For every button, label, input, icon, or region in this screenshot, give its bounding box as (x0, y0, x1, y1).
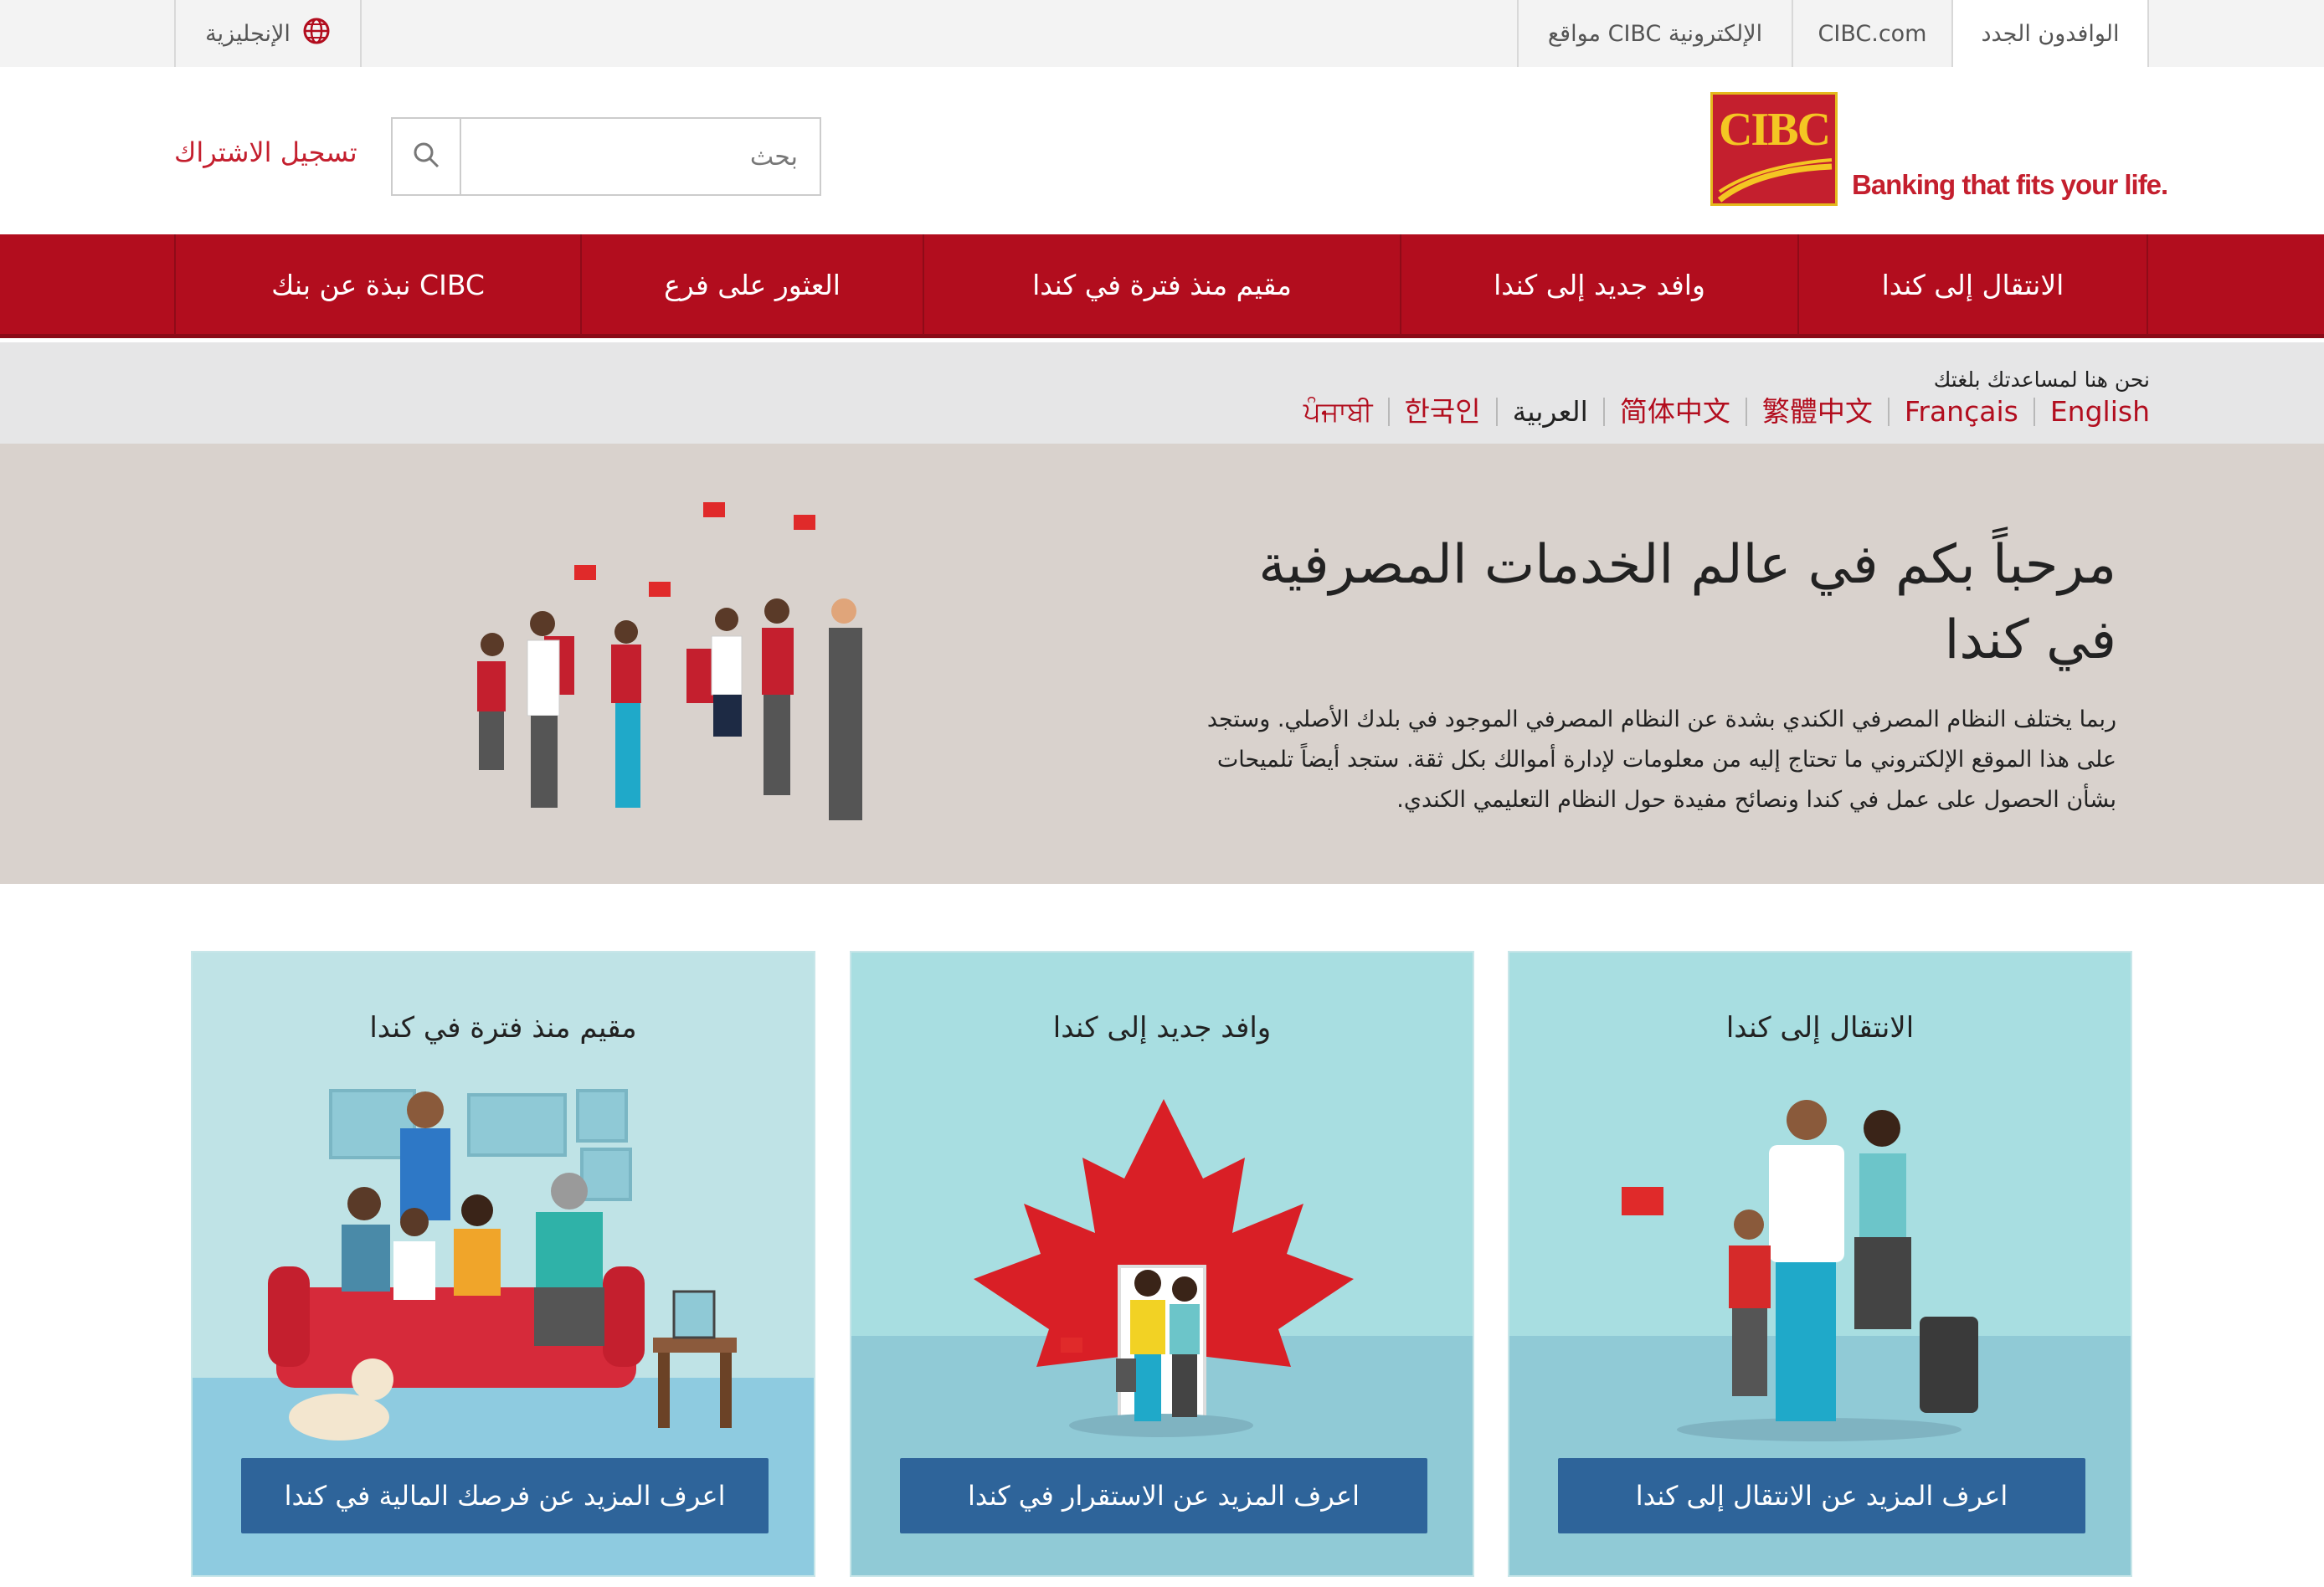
family-on-couch-illustration (268, 1089, 737, 1441)
lang-french[interactable]: Français (1887, 398, 2034, 426)
language-toggle-label: الإنجليزية (205, 20, 290, 47)
main-nav: الانتقال إلى كندا وافد جديد إلى كندا مقي… (0, 234, 2324, 338)
lang-simplified-chinese[interactable]: 简体中文 (1602, 398, 1746, 426)
nav-new-to-canada[interactable]: وافد جديد إلى كندا (1400, 234, 1797, 335)
tagline: Banking that fits your life. (1852, 169, 2168, 200)
hero-heading: مرحباً بكم في عالم الخدمات المصرفية في ك… (1258, 534, 2116, 671)
search-icon (411, 140, 441, 173)
lang-arabic: العربية (1495, 398, 1603, 426)
tab-cibc-sites[interactable]: مواقع CIBC الإلكترونية (1517, 0, 1793, 67)
cta-new-to-canada[interactable]: اعرف المزيد عن الاستقرار في كندا (900, 1458, 1427, 1533)
card-moving-to-canada: الانتقال إلى كندا اعرف المزيد عن الانتقا… (1508, 951, 2132, 1577)
language-toggle[interactable]: الإنجليزية (174, 0, 362, 67)
utility-bar: الوافدون الجدد CIBC.com مواقع CIBC الإلك… (0, 0, 2324, 67)
language-bar-title: نحن هنا لمساعدتك بلغتك (1933, 367, 2150, 392)
card-title: وافد جديد إلى كندا (1052, 1011, 1272, 1045)
card-title: الانتقال إلى كندا (1725, 1011, 1915, 1045)
search-button[interactable] (393, 119, 461, 194)
search-box (391, 117, 821, 196)
search-input[interactable] (463, 119, 818, 194)
card-title: مقيم منذ فترة في كندا (369, 1011, 637, 1045)
card-new-to-canada: وافد جديد إلى كندا اعرف المزيد عن الاستق… (850, 951, 1474, 1577)
nav-established-in-canada[interactable]: مقيم منذ فترة في كندا (923, 234, 1400, 335)
lang-korean[interactable]: 한국인 (1387, 398, 1496, 426)
tab-newcomers[interactable]: الوافدون الجدد (1951, 0, 2149, 67)
hero-banner: مرحباً بكم في عالم الخدمات المصرفية في ك… (0, 444, 2324, 884)
nav-moving-to-canada[interactable]: الانتقال إلى كندا (1797, 234, 2148, 335)
globe-icon (302, 17, 331, 51)
signup-link[interactable]: تسجيل الاشتراك (174, 136, 357, 168)
hero-body: ربما يختلف النظام المصرفي الكندي بشدة عن… (1206, 706, 2116, 813)
cta-moving-to-canada[interactable]: اعرف المزيد عن الانتقال إلى كندا (1558, 1458, 2085, 1533)
lang-traditional-chinese[interactable]: 繁體中文 (1745, 398, 1888, 426)
nav-about-cibc[interactable]: نبذة عن بنك CIBC (174, 234, 580, 335)
tab-cibc-com[interactable]: CIBC.com (1792, 0, 1953, 67)
people-with-flags-illustration (477, 502, 862, 820)
nav-find-branch[interactable]: العثور على فرع (580, 234, 923, 335)
cta-established-in-canada[interactable]: اعرف المزيد عن فرصك المالية في كندا (241, 1458, 769, 1533)
lang-punjabi[interactable]: ਪੰਜਾਬੀ (1288, 398, 1388, 426)
lang-english[interactable]: English (2033, 398, 2150, 426)
language-list: English Français 繁體中文 简体中文 العربية 한국인 ਪ… (1288, 391, 2150, 433)
language-bar: نحن هنا لمساعدتك بلغتك English Français … (0, 342, 2324, 444)
cibc-logo[interactable]: CIBC (1710, 92, 1838, 206)
maple-leaf-doorway-illustration (974, 1099, 1354, 1437)
card-established-in-canada: مقيم منذ فترة في كندا اعرف المزيد عن فرص… (191, 951, 815, 1577)
family-with-luggage-illustration (1622, 1100, 1978, 1441)
